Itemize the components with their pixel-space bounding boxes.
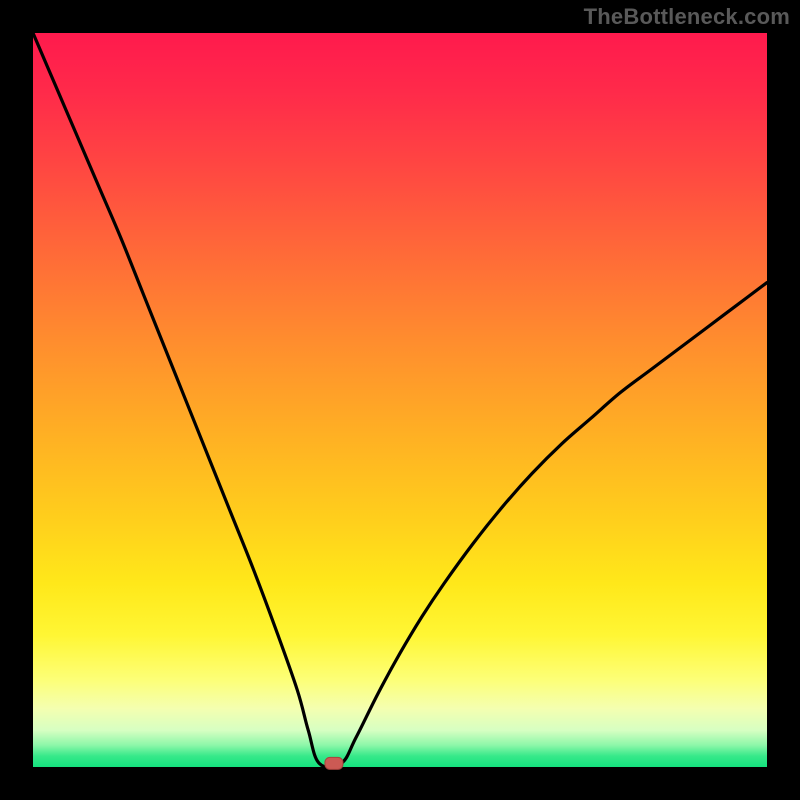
plot-area (33, 33, 767, 767)
watermark-text: TheBottleneck.com (584, 4, 790, 30)
bottleneck-curve (33, 33, 767, 767)
curve-svg (33, 33, 767, 767)
min-marker (325, 757, 343, 769)
outer-frame: TheBottleneck.com (0, 0, 800, 800)
